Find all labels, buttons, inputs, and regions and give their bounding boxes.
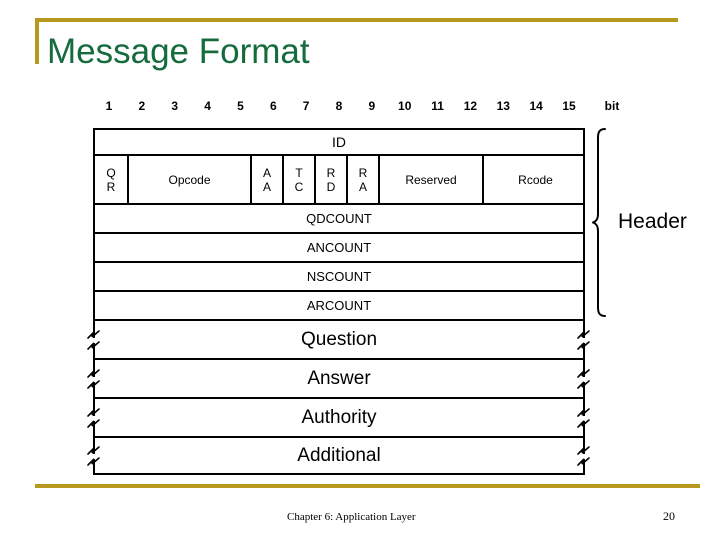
field-arcount: ARCOUNT [306, 297, 372, 313]
bit-tick-5: 5 [237, 99, 244, 113]
bit-ruler-unit-label: bit [604, 99, 620, 113]
diagram-row-count: NSCOUNT [93, 261, 585, 290]
bit-tick-13: 13 [496, 99, 510, 113]
bottom-accent-rule [35, 484, 700, 488]
field-id: ID [332, 134, 346, 150]
diagram-row-id: ID [93, 128, 585, 154]
bit-tick-8: 8 [335, 99, 343, 113]
brace-icon [592, 128, 606, 317]
left-accent-rule [35, 18, 39, 64]
field-qdcount: QDCOUNT [306, 210, 372, 226]
footer-page-number: 20 [663, 509, 675, 523]
bit-tick-3: 3 [171, 99, 179, 113]
diagram-row-flags: Q R Opcode A AT CR DR A Reserved Rcode [93, 154, 585, 203]
diagram-row-section: Answer [87, 358, 590, 397]
bit-tick-11: 11 [431, 99, 444, 113]
bit-ruler: 1 2 3 4 5 6 7 8 9 10 11 12 13 14 15 bit [93, 98, 633, 116]
diagram-row-section: Question [87, 319, 590, 358]
page-title: Message Format [47, 32, 310, 71]
bit-tick-14: 14 [529, 99, 543, 113]
field-aa: A A [250, 156, 282, 203]
bit-tick-15: 15 [562, 99, 576, 113]
field-authority: Authority [301, 406, 377, 428]
field-question: Question [300, 328, 378, 350]
bit-tick-4: 4 [204, 99, 211, 113]
diagram-row-count: ARCOUNT [93, 290, 585, 319]
field-opcode: Opcode [127, 156, 250, 203]
field-nscount: NSCOUNT [306, 268, 372, 284]
diagram-row-count: ANCOUNT [93, 232, 585, 261]
footer-chapter-label: Chapter 6: Application Layer [287, 511, 416, 523]
bit-tick-6: 6 [269, 99, 277, 113]
header-brace [592, 128, 614, 317]
field-additional: Additional [297, 444, 381, 466]
bit-tick-1: 1 [105, 99, 113, 113]
field-qr: Q R [106, 165, 116, 194]
diagram-row-count: QDCOUNT [93, 203, 585, 232]
field-reserved: Reserved [378, 156, 482, 203]
bit-tick-7: 7 [302, 99, 310, 113]
field-ra: R A [346, 156, 378, 203]
dns-message-format-diagram: ID Q R Opcode A AT CR DR A Reserved Rcode QDCO… [87, 128, 590, 475]
field-rd: R D [314, 156, 346, 203]
field-tc: T C [282, 156, 314, 203]
diagram-row-section: Additional [87, 436, 590, 475]
top-accent-rule [35, 18, 678, 22]
field-rcode: Rcode [482, 156, 587, 203]
bit-tick-12: 12 [463, 99, 478, 113]
field-answer: Answer [307, 367, 371, 389]
bit-tick-9: 9 [368, 99, 376, 113]
field-ancount: ANCOUNT [306, 239, 372, 255]
bit-tick-10: 10 [398, 99, 412, 113]
header-brace-label: Header [618, 210, 687, 233]
diagram-row-section: Authority [87, 397, 590, 436]
bit-tick-2: 2 [138, 99, 146, 113]
